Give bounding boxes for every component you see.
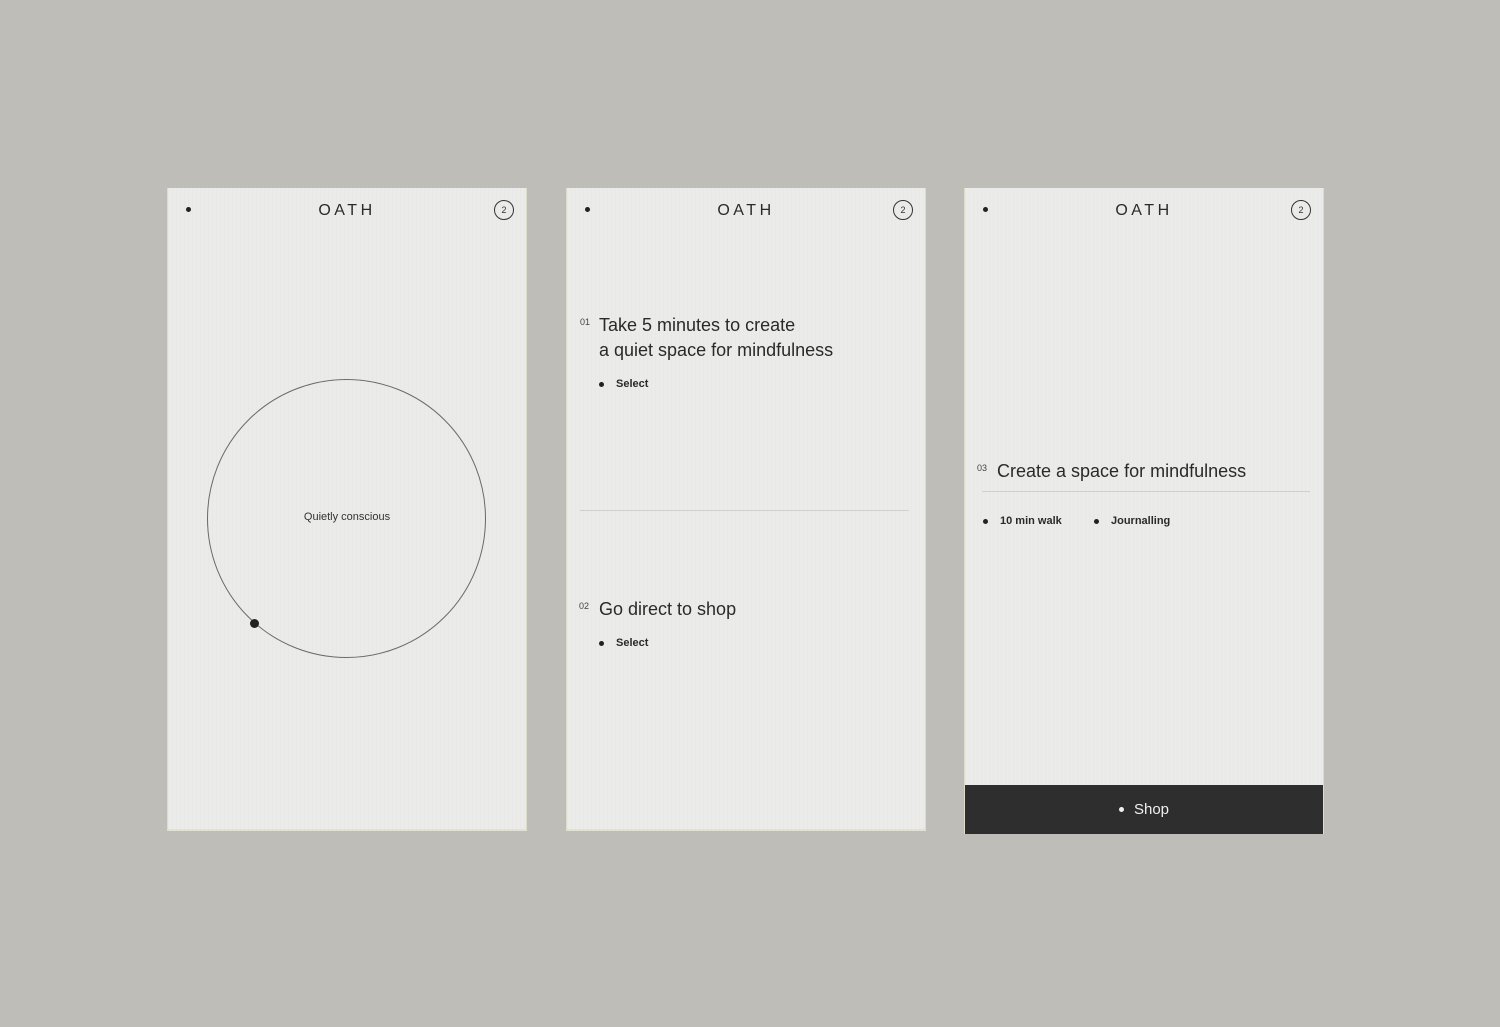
select-label: Select	[616, 378, 649, 390]
bullet-dot-icon	[983, 518, 988, 524]
step-number: 03	[977, 463, 988, 473]
activity-label: 10 min walk	[1000, 515, 1062, 527]
option-number: 01	[580, 317, 591, 327]
bullet-dot-icon	[1118, 807, 1124, 812]
brand-logo[interactable]: OATH	[965, 202, 1323, 220]
bullet-dot-icon	[599, 381, 604, 387]
step-title: Create a space for mindfulness	[997, 461, 1247, 481]
option-title-line: a quiet space for mindfulness	[599, 340, 834, 360]
intro-screen: OATH 2 Quietly conscious	[167, 188, 527, 831]
bullet-dot-icon	[1094, 518, 1099, 524]
section-divider	[580, 510, 909, 511]
cart-count-badge[interactable]: 2	[494, 200, 514, 220]
options-screen: OATH 2 01 Take 5 minutes to create a qui…	[566, 188, 926, 831]
option-title-line: Go direct to shop	[599, 599, 737, 619]
brand-logo[interactable]: OATH	[168, 202, 526, 220]
brand-logo[interactable]: OATH	[567, 202, 925, 220]
bullet-dot-icon	[599, 640, 604, 646]
select-option-1-button[interactable]: Select	[599, 378, 648, 390]
option-number: 02	[579, 601, 590, 611]
activity-screen: OATH 2 03 Create a space for mindfulness…	[964, 188, 1324, 834]
progress-dot-icon	[250, 619, 259, 628]
activity-label: Journalling	[1111, 515, 1171, 527]
activity-10-min-walk[interactable]: 10 min walk	[983, 515, 1062, 527]
select-label: Select	[616, 637, 649, 649]
select-option-2-button[interactable]: Select	[599, 637, 648, 649]
cart-count-badge[interactable]: 2	[893, 200, 913, 220]
section-divider	[982, 491, 1310, 492]
circle-caption: Quietly conscious	[303, 511, 391, 523]
option-title-line: Take 5 minutes to create	[599, 315, 796, 335]
cart-count-badge[interactable]: 2	[1291, 200, 1311, 220]
shop-button[interactable]: Shop	[965, 785, 1323, 834]
shop-label: Shop	[1133, 801, 1170, 818]
activity-journalling[interactable]: Journalling	[1094, 515, 1170, 527]
